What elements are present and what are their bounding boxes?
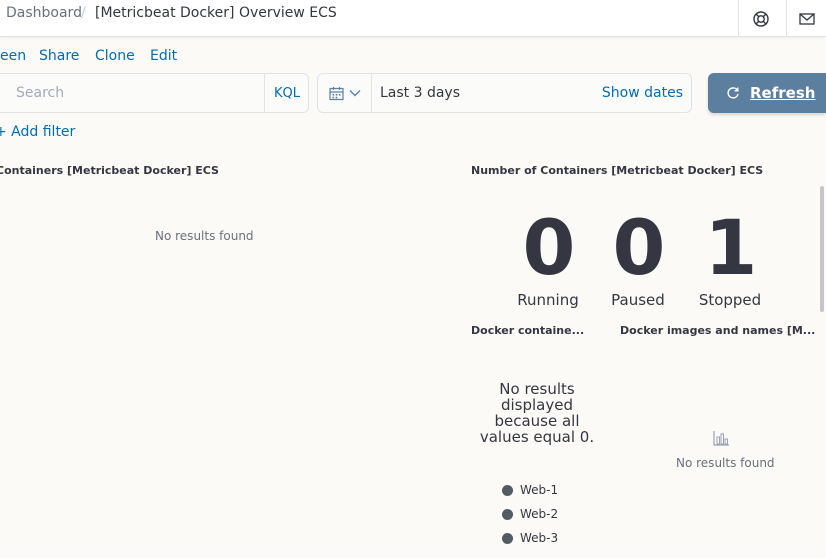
- help-icon: [752, 10, 769, 27]
- legend-dot: [502, 508, 513, 520]
- search-placeholder: Search: [16, 85, 65, 101]
- search-input[interactable]: Search KQL: [0, 73, 309, 113]
- legend-item[interactable]: Web-2: [502, 507, 558, 521]
- help-button[interactable]: [738, 0, 782, 37]
- chevron-down-icon: [349, 90, 360, 97]
- metric-stopped: 1 Stopped: [685, 203, 775, 310]
- breadcrumb-dashboard[interactable]: Dashboard: [6, 5, 82, 21]
- edit-link[interactable]: Edit: [150, 48, 177, 64]
- show-dates-link[interactable]: Show dates: [602, 85, 683, 101]
- legend-label: Web-2: [520, 507, 559, 521]
- legend-dot: [502, 484, 513, 496]
- time-range-label[interactable]: Last 3 days: [380, 85, 460, 101]
- refresh-button[interactable]: Refresh: [708, 73, 826, 113]
- docker-images-panel-title: Docker images and names [M...: [620, 324, 816, 337]
- legend-dot: [502, 532, 513, 544]
- metric-paused: 0 Paused: [593, 203, 683, 310]
- refresh-label: Refresh: [750, 84, 816, 102]
- clone-link[interactable]: Clone: [95, 48, 135, 64]
- legend-item[interactable]: Web-1: [502, 483, 558, 497]
- metric-stopped-value: 1: [704, 203, 758, 292]
- add-filter-link[interactable]: + Add filter: [0, 124, 75, 140]
- quick-select-button[interactable]: [318, 74, 372, 112]
- breadcrumb-current: [Metricbeat Docker] Overview ECS: [95, 5, 337, 21]
- metric-running-label: Running: [517, 291, 579, 309]
- breadcrumb-separator: /: [81, 5, 86, 21]
- metric-paused-label: Paused: [611, 291, 665, 309]
- full-screen-link[interactable]: een: [0, 48, 26, 64]
- share-link[interactable]: Share: [39, 48, 79, 64]
- mail-button[interactable]: [786, 0, 826, 37]
- mail-icon: [798, 12, 815, 25]
- refresh-icon: [727, 87, 739, 99]
- legend-label: Web-3: [520, 531, 559, 545]
- metric-running: 0 Running: [503, 203, 593, 310]
- scrollbar-thumb[interactable]: [820, 186, 824, 312]
- metric-stopped-label: Stopped: [698, 291, 762, 309]
- kql-button[interactable]: KQL: [264, 74, 309, 112]
- panel-scrollbar[interactable]: [818, 184, 826, 314]
- metric-paused-value: 0: [612, 203, 666, 292]
- legend-item[interactable]: Web-3: [502, 531, 558, 545]
- date-picker: Last 3 days Show dates: [317, 73, 692, 113]
- header-bar: Dashboard / [Metricbeat Docker] Overview…: [0, 0, 826, 37]
- no-results-message: No results displayed because all values …: [479, 380, 595, 446]
- container-count-panel-title: Number of Containers [Metricbeat Docker]…: [471, 164, 764, 177]
- docker-containers-panel-title: Docker containe...: [471, 324, 585, 337]
- containers-panel-title: Containers [Metricbeat Docker] ECS: [0, 164, 219, 177]
- images-no-results: No results found: [676, 456, 775, 470]
- visualize-icon: [713, 431, 729, 446]
- containers-no-results: No results found: [155, 229, 254, 243]
- calendar-icon: [328, 86, 344, 100]
- legend-label: Web-1: [520, 483, 559, 497]
- metric-running-value: 0: [522, 203, 576, 292]
